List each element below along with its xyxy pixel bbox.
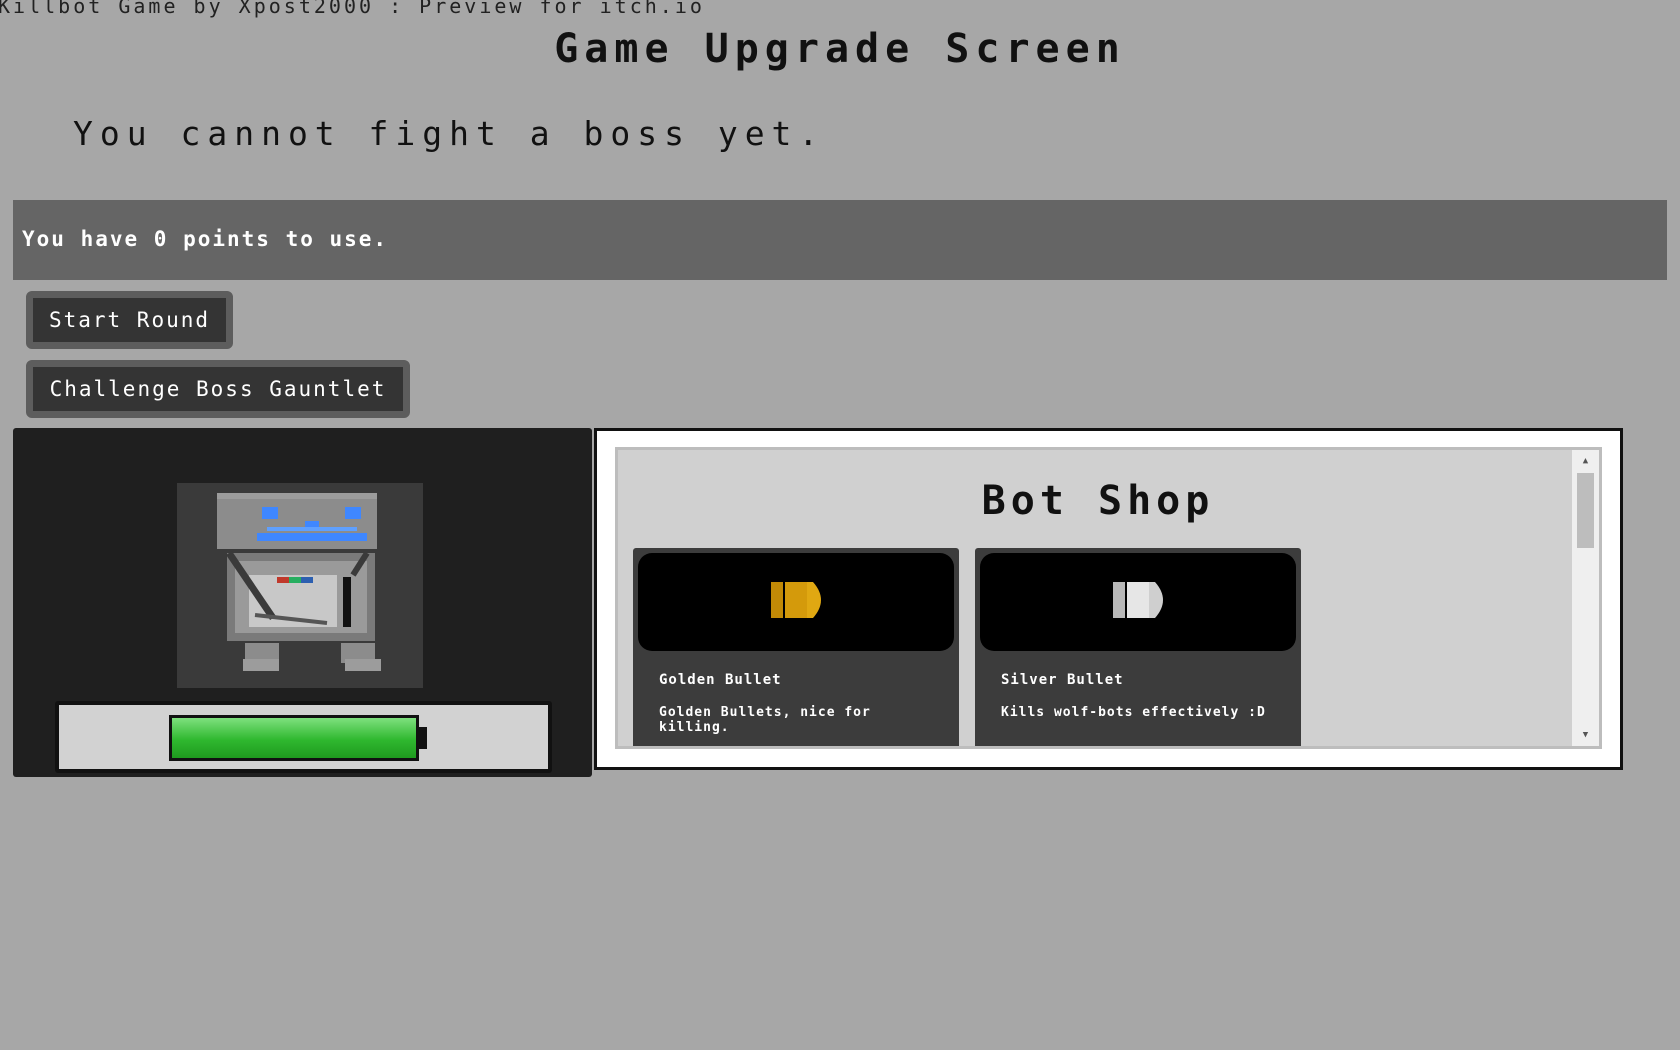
silver-bullet-icon bbox=[1113, 582, 1163, 618]
shop-item-golden-bullet[interactable]: Golden Bullet Golden Bullets, nice for k… bbox=[633, 548, 959, 746]
health-meter bbox=[55, 701, 552, 773]
battery-cap bbox=[417, 727, 427, 749]
points-text: You have 0 points to use. bbox=[22, 227, 389, 251]
page-caption: Killbot Game by Xpost2000 : Preview for … bbox=[0, 0, 705, 18]
challenge-boss-button[interactable]: Challenge Boss Gauntlet bbox=[26, 360, 410, 418]
scrollbar-thumb[interactable] bbox=[1577, 473, 1594, 548]
shop-scrollbar[interactable]: ▲ ▼ bbox=[1572, 450, 1599, 746]
golden-bullet-icon bbox=[771, 582, 821, 618]
bot-panel bbox=[13, 428, 592, 777]
shop-item-silver-bullet[interactable]: Silver Bullet Kills wolf-bots effectivel… bbox=[975, 548, 1301, 746]
points-bar: You have 0 points to use. bbox=[13, 200, 1667, 280]
start-round-button[interactable]: Start Round bbox=[26, 291, 233, 349]
scroll-up-arrow-icon[interactable]: ▲ bbox=[1572, 452, 1599, 470]
shop-item-image bbox=[980, 553, 1296, 651]
shop-item-description: Golden Bullets, nice for killing. bbox=[659, 705, 871, 735]
boss-status-message: You cannot fight a boss yet. bbox=[73, 114, 826, 153]
shop-item-name: Golden Bullet bbox=[659, 672, 782, 688]
health-battery-icon bbox=[169, 715, 419, 761]
shop-title: Bot Shop bbox=[981, 478, 1215, 524]
bot-shop-scroll-area[interactable]: Bot Shop Golden Bullet Golden Bullets, n… bbox=[615, 447, 1602, 749]
shop-item-image bbox=[638, 553, 954, 651]
page-title: Game Upgrade Screen bbox=[554, 26, 1126, 72]
robot-icon bbox=[217, 493, 381, 671]
bot-shop-panel: Bot Shop Golden Bullet Golden Bullets, n… bbox=[594, 428, 1623, 770]
robot-portrait bbox=[177, 483, 423, 688]
scroll-down-arrow-icon[interactable]: ▼ bbox=[1572, 726, 1599, 744]
shop-item-name: Silver Bullet bbox=[1001, 672, 1124, 688]
shop-item-description: Kills wolf-bots effectively :D bbox=[1001, 705, 1266, 720]
